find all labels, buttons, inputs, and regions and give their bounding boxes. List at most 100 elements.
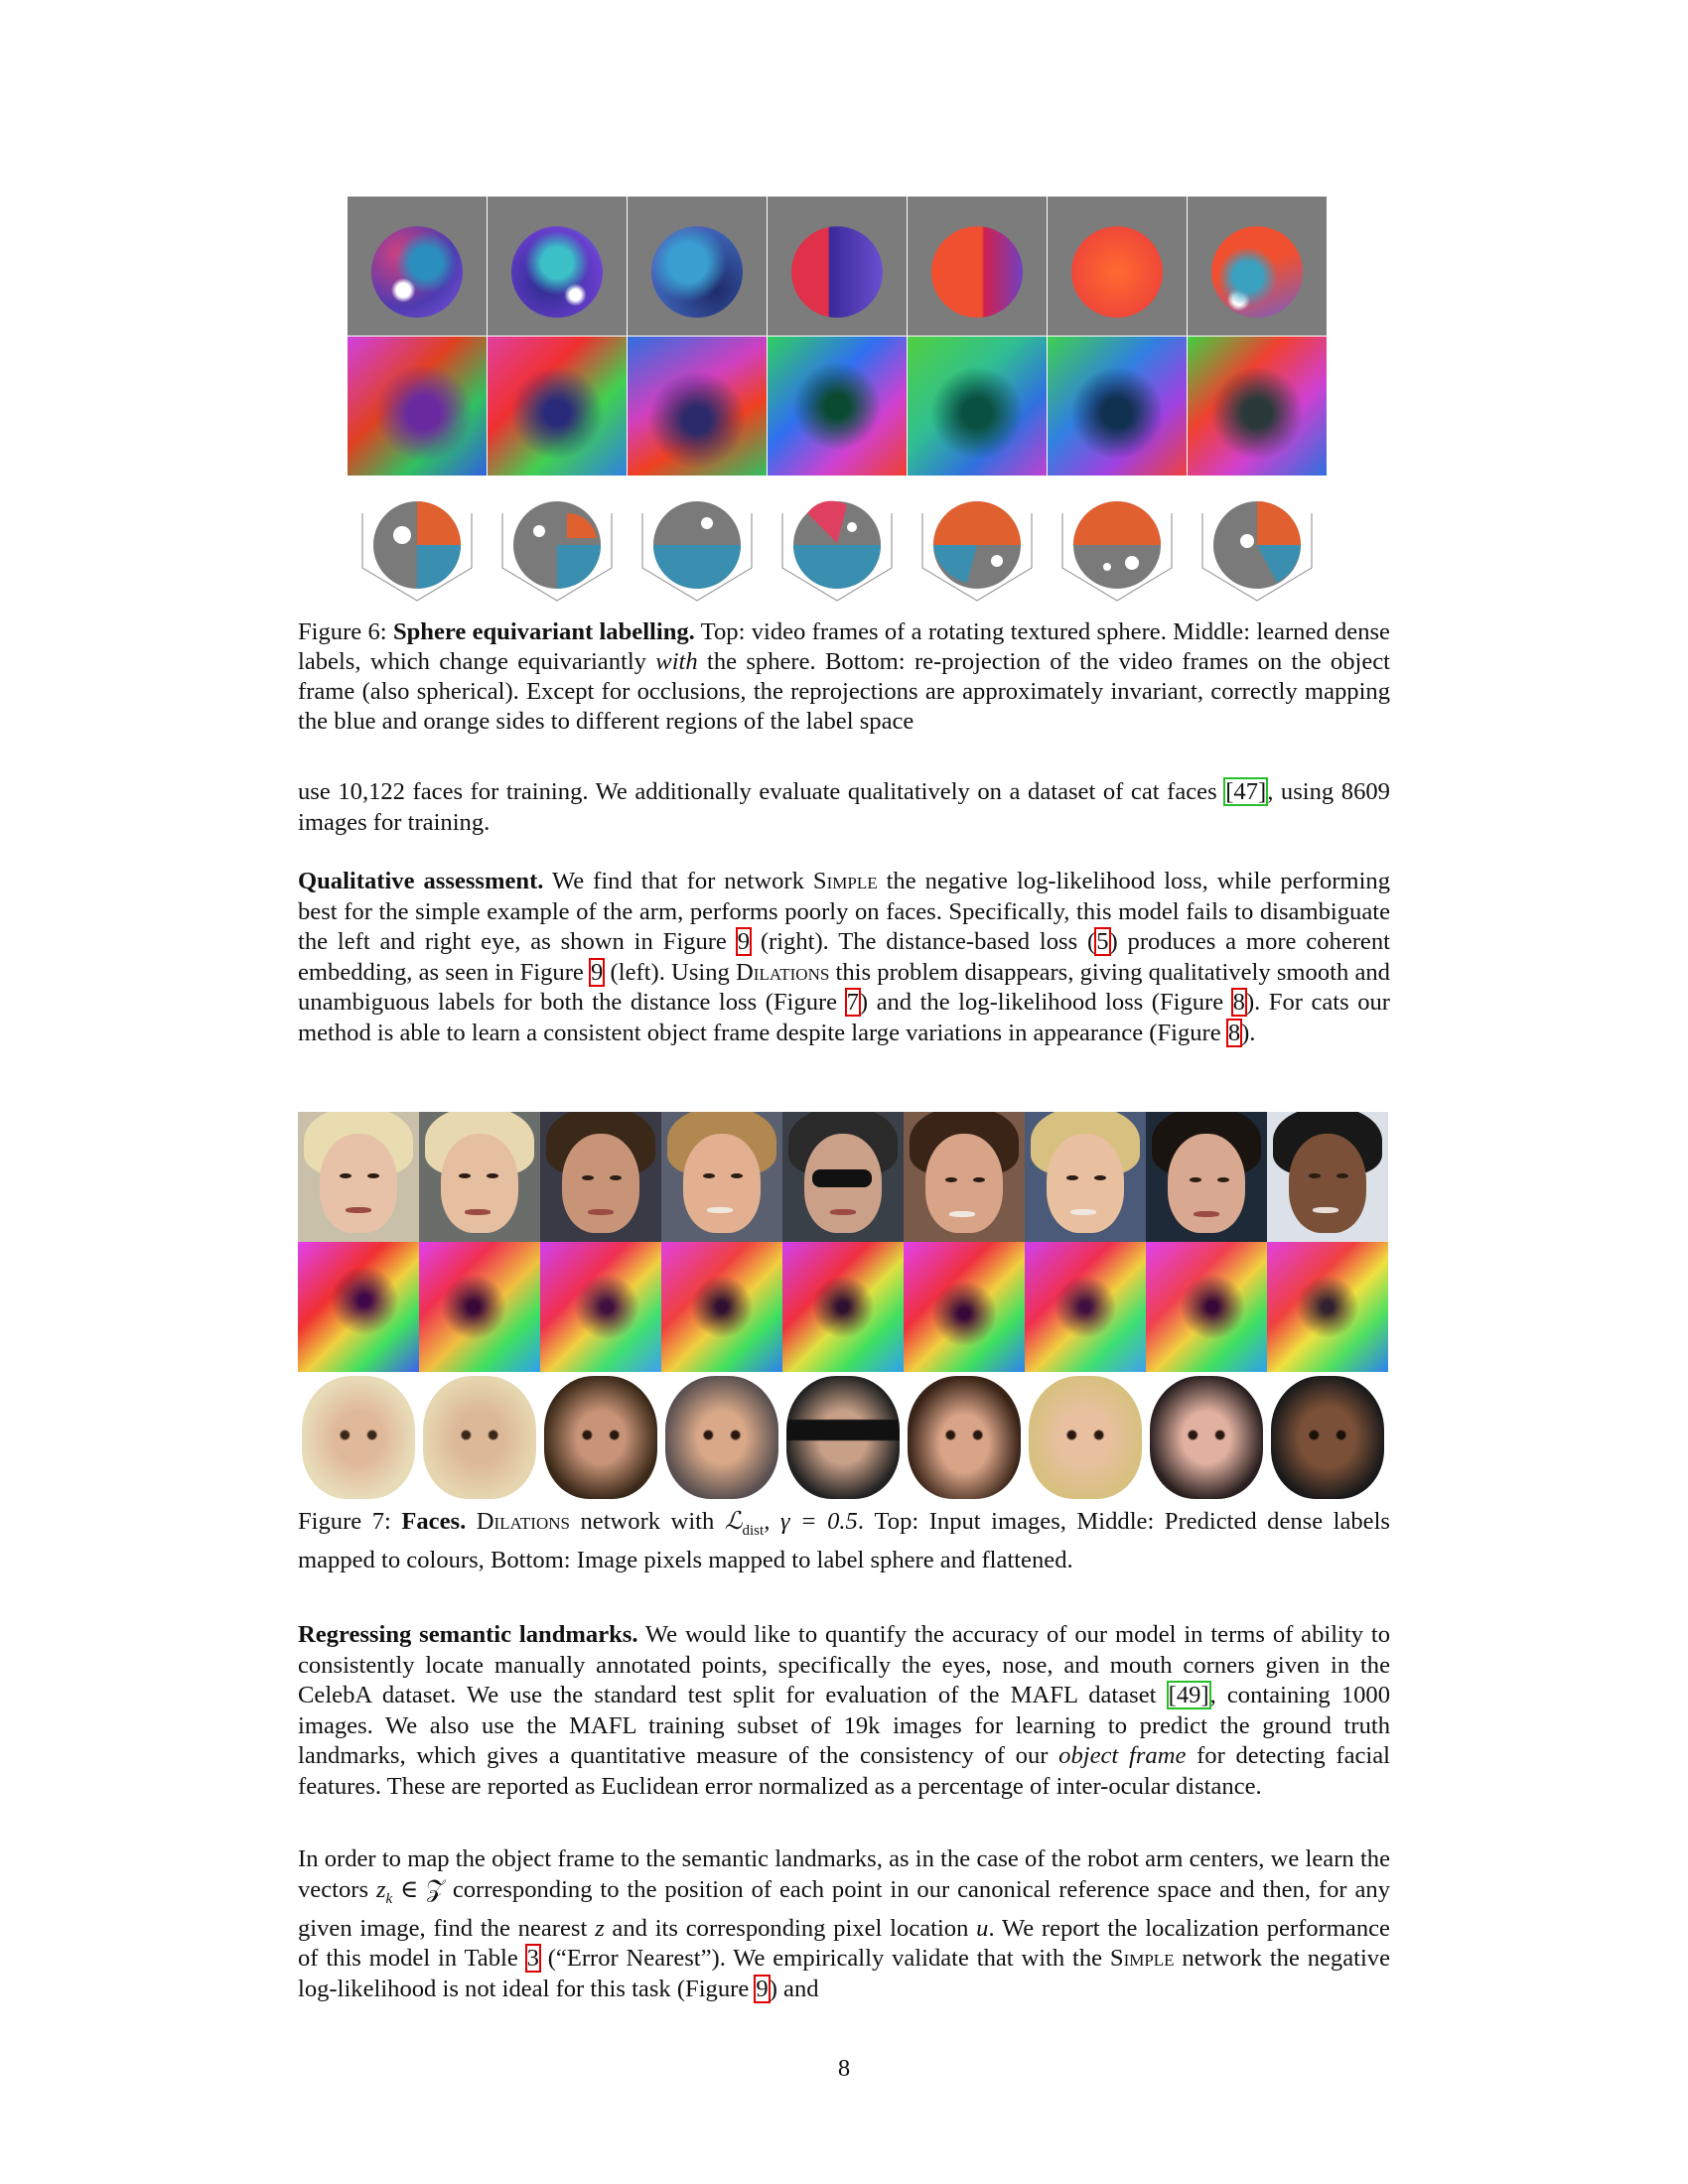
face-photo-7: [1025, 1112, 1146, 1242]
label-map-8: [1146, 1242, 1267, 1372]
dense-label-1: [348, 337, 487, 476]
network-name: Simple: [812, 868, 878, 894]
sphere-frame-5: [908, 197, 1047, 336]
citation-49[interactable]: [49]: [1166, 1681, 1211, 1709]
network-name: Dilations: [736, 958, 830, 986]
text: (“Error Nearest”). We empirically valida…: [539, 1945, 1110, 1973]
network-name: Dilations: [476, 1508, 570, 1535]
reprojection-row: [348, 483, 1331, 613]
face-photo-3: [540, 1112, 661, 1242]
dense-labels-row: [348, 337, 1331, 476]
face-photo-5: [782, 1112, 904, 1242]
paper-page: Figure 6: Sphere equivariant labelling. …: [0, 0, 1688, 2184]
dense-label-3: [628, 337, 767, 476]
figure-6-images: [348, 197, 1331, 614]
sphere-frame-6: [1048, 197, 1187, 336]
text: network with: [569, 1508, 725, 1535]
face-photo-4: [661, 1112, 782, 1242]
section-heading: Regressing semantic landmarks.: [298, 1621, 638, 1648]
paragraph-qualitative-assessment: Qualitative assessment. We find that for…: [298, 867, 1390, 1048]
math-z: z: [375, 1875, 386, 1903]
figure-ref[interactable]: 8: [1225, 1018, 1243, 1047]
figure-ref[interactable]: 8: [1230, 988, 1247, 1017]
paragraph-mapping: In order to map the object frame to the …: [298, 1844, 1390, 2004]
figure-7-caption: Figure 7: Faces. Dilations network with …: [298, 1507, 1390, 1575]
flattened-face-7: [1025, 1372, 1146, 1502]
dense-label-6: [1048, 337, 1187, 476]
flattened-face-3: [540, 1372, 661, 1502]
label-map-1: [298, 1242, 419, 1372]
network-name: Simple: [1109, 1945, 1175, 1973]
figure-ref[interactable]: 9: [754, 1974, 771, 2003]
label-map-6: [904, 1242, 1025, 1372]
face-photo-9: [1267, 1112, 1388, 1242]
figure-ref[interactable]: 7: [844, 988, 861, 1017]
gamma-value: , γ = 0.5: [764, 1508, 858, 1535]
text: and its corresponding pixel location: [604, 1914, 977, 1942]
face-photo-8: [1146, 1112, 1267, 1242]
dense-label-5: [908, 337, 1047, 476]
text: ).: [1241, 1019, 1256, 1046]
math-u: u: [976, 1914, 989, 1942]
flattened-faces-row: [298, 1372, 1390, 1502]
flattened-face-8: [1146, 1372, 1267, 1502]
text: ) and: [769, 1975, 819, 2002]
page-number: 8: [837, 2055, 851, 2082]
figure-7-title: Faces.: [401, 1508, 467, 1535]
text: We find that for network: [543, 868, 813, 894]
citation-47[interactable]: [47]: [1223, 777, 1269, 806]
reprojection-4: [768, 483, 908, 613]
figure-6-label: Figure 6:: [298, 618, 387, 645]
math-set: ∈ 𝒵: [392, 1875, 445, 1903]
sphere-frame-3: [628, 197, 767, 336]
figure-ref[interactable]: 9: [735, 927, 753, 956]
sphere-frame-4: [768, 197, 907, 336]
reprojection-1: [348, 483, 488, 613]
loss-subscript: dist: [742, 1522, 765, 1539]
figure-7-label: Figure 7:: [298, 1508, 391, 1535]
flattened-face-6: [904, 1372, 1025, 1502]
table-ref[interactable]: 3: [524, 1944, 541, 1974]
label-map-3: [540, 1242, 661, 1372]
label-map-4: [661, 1242, 782, 1372]
input-faces-row: [298, 1112, 1390, 1242]
emphasis: object frame: [1058, 1742, 1187, 1769]
figure-6-caption-emphasis: with: [655, 648, 698, 675]
reprojection-5: [908, 483, 1048, 613]
face-photo-1: [298, 1112, 419, 1242]
dense-label-7: [1188, 337, 1327, 476]
flattened-face-5: [782, 1372, 904, 1502]
text: use 10,122 faces for training. We additi…: [298, 778, 1225, 805]
reprojection-2: [488, 483, 628, 613]
text: (left). Using: [604, 958, 737, 986]
flattened-face-4: [661, 1372, 782, 1502]
figure-7-images: [298, 1112, 1390, 1502]
dense-label-2: [488, 337, 627, 476]
predicted-labels-row: [298, 1242, 1390, 1372]
figure-ref[interactable]: 9: [589, 957, 606, 987]
sphere-frame-7: [1188, 197, 1327, 336]
face-photo-2: [419, 1112, 540, 1242]
reprojection-7: [1188, 483, 1328, 613]
label-map-9: [1267, 1242, 1388, 1372]
figure-6-title: Sphere equivariant labelling.: [392, 618, 695, 645]
label-map-5: [782, 1242, 904, 1372]
reprojection-3: [628, 483, 768, 613]
reprojection-6: [1048, 483, 1188, 613]
flattened-face-1: [298, 1372, 419, 1502]
sphere-frame-1: [348, 197, 487, 336]
flattened-face-9: [1267, 1372, 1388, 1502]
sphere-video-frames-row: [348, 197, 1331, 336]
label-map-7: [1025, 1242, 1146, 1372]
label-map-2: [419, 1242, 540, 1372]
section-heading: Qualitative assessment.: [298, 868, 544, 894]
flattened-face-2: [419, 1372, 540, 1502]
face-photo-6: [904, 1112, 1025, 1242]
text: ) and the log-likelihood loss (Figure: [859, 989, 1232, 1016]
figure-6-caption: Figure 6: Sphere equivariant labelling. …: [298, 617, 1390, 737]
paragraph-regressing-landmarks: Regressing semantic landmarks. We would …: [298, 1620, 1390, 1802]
math-z: z: [595, 1914, 605, 1942]
loss-symbol: ℒ: [724, 1508, 743, 1535]
equation-ref[interactable]: 5: [1094, 927, 1111, 956]
sphere-frame-2: [488, 197, 627, 336]
